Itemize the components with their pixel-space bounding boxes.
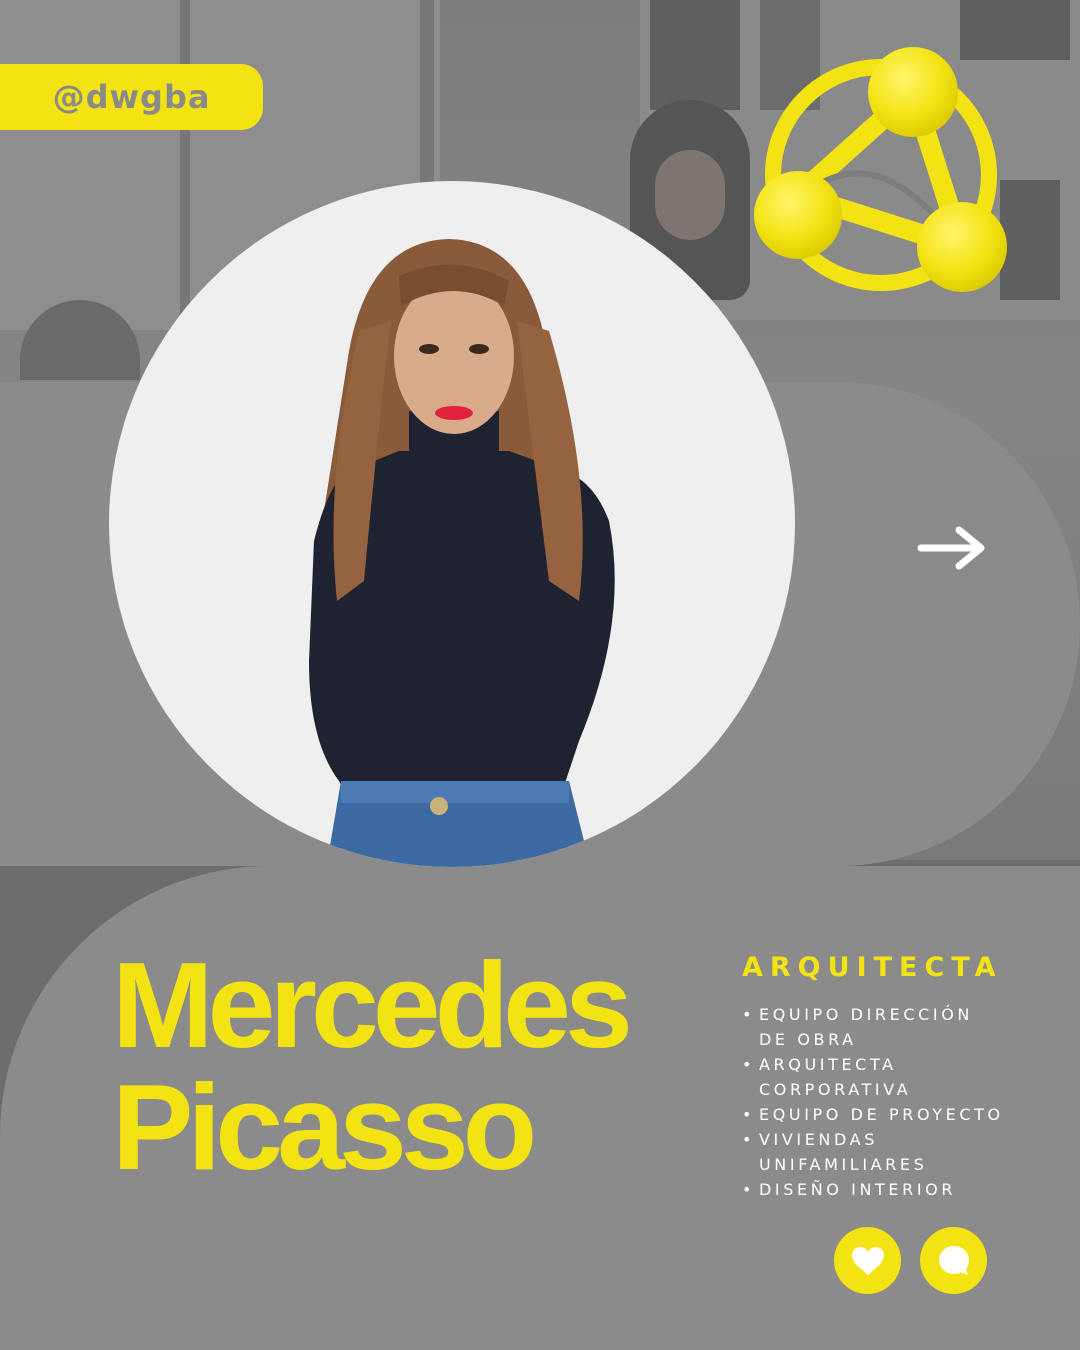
list-item: ARQUITECTA CORPORATIVA — [742, 1052, 1004, 1102]
heart-icon — [851, 1246, 884, 1275]
first-name: Mercedes — [112, 937, 633, 1073]
handle-text: @dwgba — [52, 78, 211, 116]
skill-line: DE OBRA — [759, 1030, 857, 1049]
skill-line: UNIFAMILIARES — [759, 1155, 928, 1174]
skill-line: CORPORATIVA — [759, 1080, 912, 1099]
list-item: DISEÑO INTERIOR — [742, 1177, 1004, 1202]
skill-line: EQUIPO DIRECCIÓN — [759, 1005, 973, 1024]
skill-line: ARQUITECTA — [759, 1055, 897, 1074]
person-name: Mercedes Picasso — [112, 937, 633, 1195]
skill-line: EQUIPO DE PROYECTO — [759, 1105, 1004, 1124]
comment-button[interactable] — [920, 1227, 987, 1294]
list-item: EQUIPO DE PROYECTO — [742, 1102, 1004, 1127]
skill-line: VIVIENDAS — [759, 1130, 878, 1149]
list-item: VIVIENDAS UNIFAMILIARES — [742, 1127, 1004, 1177]
role-title: ARQUITECTA — [742, 952, 1003, 983]
last-name: Picasso — [112, 1059, 537, 1195]
arrow-right-icon[interactable] — [915, 520, 991, 576]
handle-badge[interactable]: @dwgba — [0, 64, 263, 130]
list-item: EQUIPO DIRECCIÓN DE OBRA — [742, 1002, 1004, 1052]
profile-photo — [109, 181, 795, 867]
speech-bubble-icon — [938, 1245, 969, 1275]
post-card: @dwgba Mercedes Picasso ARQUITECTA • EQU… — [0, 0, 1080, 1350]
skills-list: EQUIPO DIRECCIÓN DE OBRA ARQUITECTA CORP… — [742, 1002, 1004, 1202]
skill-line: DISEÑO INTERIOR — [759, 1180, 957, 1199]
like-button[interactable] — [834, 1227, 901, 1294]
